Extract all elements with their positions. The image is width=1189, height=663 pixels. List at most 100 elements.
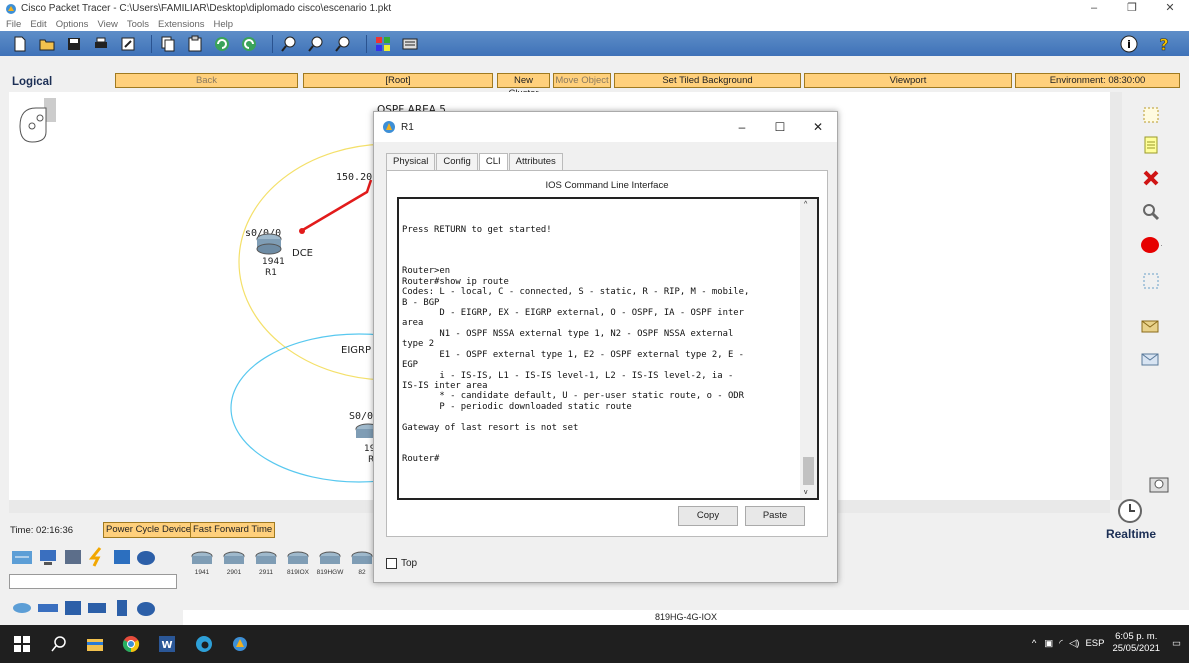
zoom-out-icon[interactable] xyxy=(333,34,353,54)
add-complex-pdu-icon[interactable] xyxy=(1140,348,1162,370)
copy-button[interactable]: Copy xyxy=(678,506,738,526)
paste-icon[interactable] xyxy=(185,34,205,54)
menu-edit[interactable]: Edit xyxy=(30,19,46,30)
back-button[interactable]: Back xyxy=(115,73,298,88)
viewport-button[interactable]: Viewport xyxy=(804,73,1012,88)
close-button[interactable]: ✕ xyxy=(1151,0,1189,17)
palette-icon[interactable] xyxy=(373,34,393,54)
language-indicator[interactable]: ESP xyxy=(1085,638,1104,649)
navigation-panel-icon[interactable] xyxy=(14,96,58,144)
root-button[interactable]: [Root] xyxy=(303,73,493,88)
paste-button[interactable]: Paste xyxy=(745,506,805,526)
menu-help[interactable]: Help xyxy=(214,19,234,30)
edge-icon[interactable] xyxy=(194,634,214,654)
activity-wizard-icon[interactable] xyxy=(118,34,138,54)
top-checkbox[interactable]: Top xyxy=(386,558,417,569)
windows-start-icon[interactable] xyxy=(12,634,32,654)
tab-config[interactable]: Config xyxy=(436,153,478,170)
cli-scroll-thumb[interactable] xyxy=(803,457,814,485)
connections-icon[interactable] xyxy=(86,547,108,567)
cli-terminal[interactable]: Press RETURN to get started! Router>en R… xyxy=(397,197,819,500)
zoom-reset-icon[interactable] xyxy=(306,34,326,54)
move-object-button[interactable]: Move Object xyxy=(553,73,611,88)
router-model-2901[interactable]: 2901 xyxy=(220,550,248,578)
workspace-vertical-scrollbar[interactable] xyxy=(1110,92,1122,500)
help-icon[interactable]: ? xyxy=(1154,34,1174,54)
realtime-clock-icon[interactable] xyxy=(1117,498,1143,524)
routers-category-icon[interactable] xyxy=(11,598,33,618)
open-folder-icon[interactable] xyxy=(37,34,57,54)
tab-attributes[interactable]: Attributes xyxy=(508,153,563,170)
packet-tracer-taskbar-icon[interactable] xyxy=(230,634,250,654)
zoom-in-icon[interactable] xyxy=(279,34,299,54)
fast-forward-time-button[interactable]: Fast Forward Time xyxy=(190,522,276,538)
file-explorer-icon[interactable] xyxy=(85,634,105,654)
r1-window-titlebar[interactable]: R1 – ☐ ✕ xyxy=(374,112,837,142)
resize-shape-icon[interactable] xyxy=(1140,270,1162,292)
copy-icon[interactable] xyxy=(158,34,178,54)
power-cycle-devices-button[interactable]: Power Cycle Devices xyxy=(103,522,199,538)
router-model-1941[interactable]: 1941 xyxy=(188,550,216,578)
eigrp-label: EIGRP xyxy=(341,345,371,356)
simulation-icon[interactable] xyxy=(1148,472,1170,494)
maximize-button[interactable]: ❐ xyxy=(1113,0,1151,17)
select-icon[interactable] xyxy=(1140,104,1162,126)
menu-tools[interactable]: Tools xyxy=(127,19,149,30)
r1-maximize-button[interactable]: ☐ xyxy=(761,112,799,142)
tab-cli[interactable]: CLI xyxy=(478,153,508,170)
network-icon[interactable]: ▣ xyxy=(1044,638,1053,649)
scroll-up-icon[interactable]: ^ xyxy=(804,201,807,208)
menu-extensions[interactable]: Extensions xyxy=(158,19,204,30)
undo-icon[interactable] xyxy=(212,34,232,54)
tray-chevron-icon[interactable]: ^ xyxy=(1032,638,1036,649)
router-model-2911[interactable]: 2911 xyxy=(252,550,280,578)
r1-router-icon[interactable] xyxy=(255,231,283,255)
menu-file[interactable]: File xyxy=(6,19,21,30)
cli-output[interactable]: Press RETURN to get started! Router>en R… xyxy=(402,204,796,464)
top-checkbox-box[interactable] xyxy=(386,558,397,569)
wan-emulation-category-icon[interactable] xyxy=(135,598,157,618)
taskbar-clock[interactable]: 6:05 p. m. 25/05/2021 xyxy=(1112,631,1160,655)
device-subtype-box[interactable] xyxy=(9,574,177,589)
switches-category-icon[interactable] xyxy=(37,598,59,618)
misc-icon[interactable] xyxy=(111,547,133,567)
redo-icon[interactable] xyxy=(239,34,259,54)
new-file-icon[interactable] xyxy=(10,34,30,54)
inspect-icon[interactable] xyxy=(1140,201,1162,223)
tab-physical[interactable]: Physical xyxy=(386,153,436,170)
draw-shape-icon[interactable] xyxy=(1140,234,1162,256)
r1-close-button[interactable]: ✕ xyxy=(799,112,837,142)
save-icon[interactable] xyxy=(64,34,84,54)
scroll-down-icon[interactable]: v xyxy=(804,489,808,496)
notifications-icon[interactable]: ▭ xyxy=(1172,638,1181,649)
set-tiled-background-button[interactable]: Set Tiled Background xyxy=(614,73,801,88)
router-model-819hgw[interactable]: 819HGW xyxy=(316,550,344,578)
new-cluster-button[interactable]: New Cluster xyxy=(497,73,550,99)
multiuser-icon[interactable] xyxy=(135,547,157,567)
security-category-icon[interactable] xyxy=(111,598,133,618)
delete-icon[interactable] xyxy=(1140,167,1162,189)
wireless-category-icon[interactable] xyxy=(86,598,108,618)
menu-options[interactable]: Options xyxy=(56,19,89,30)
print-icon[interactable] xyxy=(91,34,111,54)
menu-view[interactable]: View xyxy=(97,19,117,30)
components-icon[interactable] xyxy=(62,547,84,567)
r1-minimize-button[interactable]: – xyxy=(723,112,761,142)
note-icon[interactable] xyxy=(1140,134,1162,156)
network-devices-icon[interactable] xyxy=(11,547,33,567)
add-simple-pdu-icon[interactable] xyxy=(1140,315,1162,337)
wifi-icon[interactable]: ◜ xyxy=(1059,638,1063,649)
custom-devices-icon[interactable] xyxy=(400,34,420,54)
router-model-819iox[interactable]: 819IOX xyxy=(284,550,312,578)
word-icon[interactable]: W xyxy=(157,634,177,654)
volume-icon[interactable]: ◁) xyxy=(1069,638,1079,649)
minimize-button[interactable]: – xyxy=(1075,0,1113,17)
hubs-category-icon[interactable] xyxy=(62,598,84,618)
search-icon[interactable] xyxy=(49,634,69,654)
environment-button[interactable]: Environment: 08:30:00 xyxy=(1015,73,1180,88)
end-devices-icon[interactable] xyxy=(37,547,59,567)
router-model-82[interactable]: 82 xyxy=(348,550,376,578)
chrome-icon[interactable] xyxy=(121,634,141,654)
cli-scrollbar[interactable]: ^ v xyxy=(800,199,817,498)
info-icon[interactable]: i xyxy=(1119,34,1139,54)
